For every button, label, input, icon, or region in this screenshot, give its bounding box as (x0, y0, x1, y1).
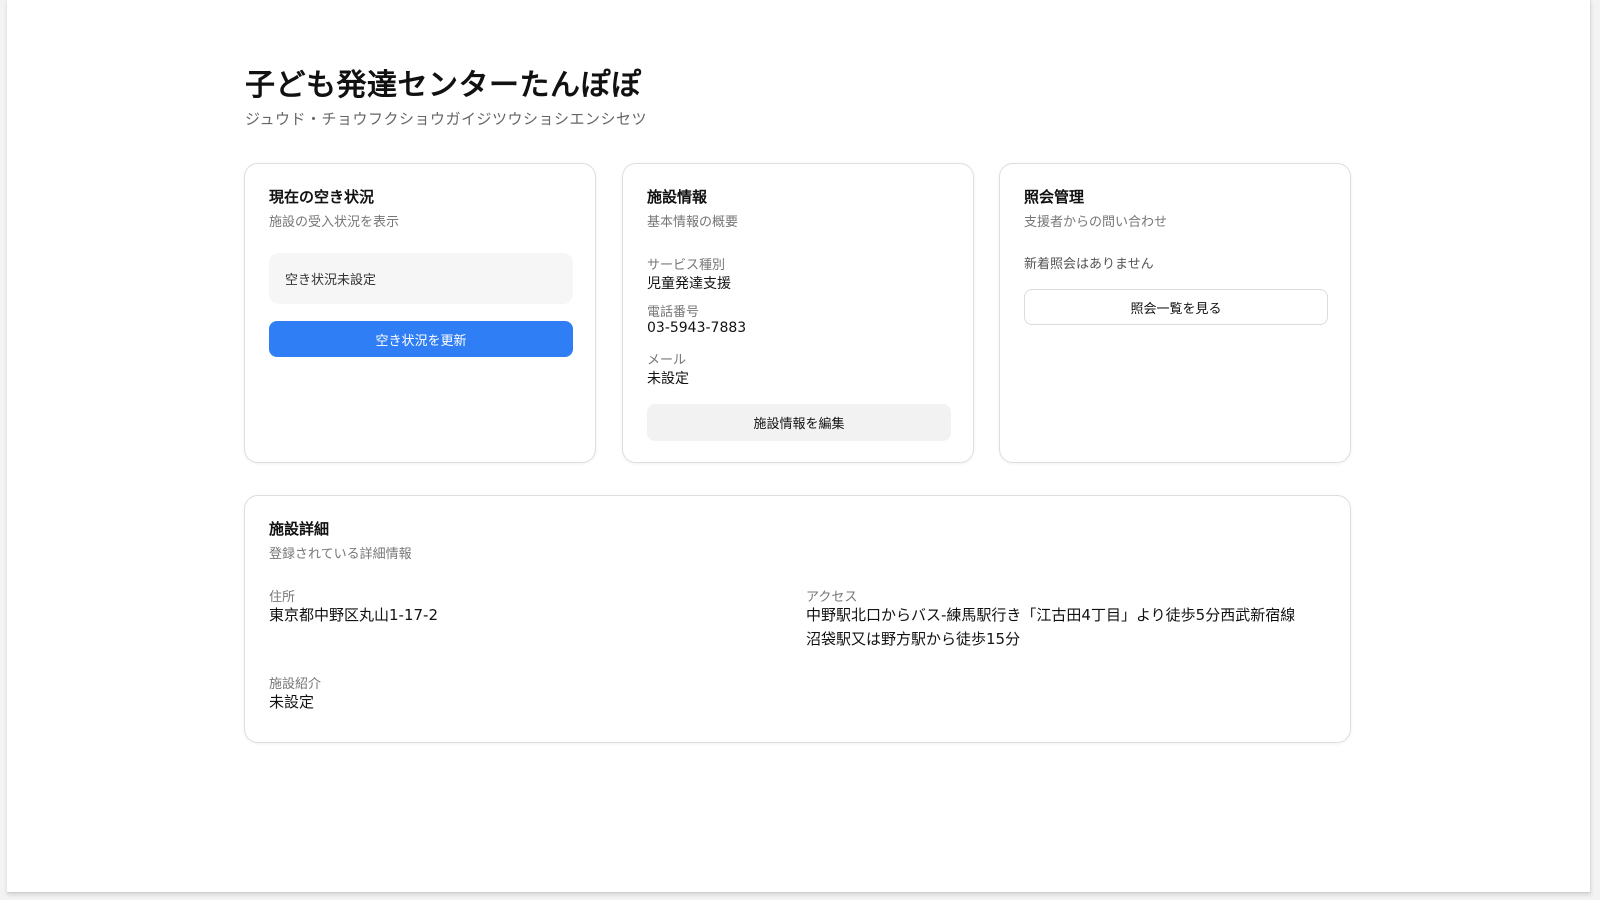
edit-facility-info-button[interactable]: 施設情報を編集 (647, 404, 951, 441)
inquiries-card-title: 照会管理 (1024, 188, 1085, 206)
phone-label: 電話番号 (647, 305, 700, 320)
inquiries-card-description: 支援者からの問い合わせ (1024, 215, 1168, 230)
email-value: 未設定 (647, 371, 689, 387)
update-availability-button[interactable]: 空き状況を更新 (269, 321, 573, 357)
availability-card: 現在の空き状況 施設の受入状況を表示 空き状況未設定 空き状況を更新 (244, 163, 596, 463)
availability-card-title: 現在の空き状況 (269, 188, 375, 206)
facility-details-card-title: 施設詳細 (269, 520, 330, 538)
facility-info-card: 施設情報 基本情報の概要 サービス種別 児童発達支援 電話番号 03-5943-… (622, 163, 974, 463)
page-subtitle: ジュウド・チョウフクショウガイジツウショシエンシセツ (245, 110, 647, 128)
access-value-line1: 中野駅北口からバス-練馬駅行き「江古田4丁目」より徒歩5分西武新宿線 (806, 606, 1296, 624)
availability-status: 空き状況未設定 (269, 253, 573, 304)
access-value-line2: 沼袋駅又は野方駅から徒歩15分 (806, 630, 1021, 648)
availability-card-description: 施設の受入状況を表示 (269, 215, 400, 230)
service-type-label: サービス種別 (647, 258, 726, 273)
page-title: 子ども発達センターたんぽぽ (245, 68, 642, 103)
view-inquiries-button[interactable]: 照会一覧を見る (1024, 289, 1328, 325)
facility-details-card-description: 登録されている詳細情報 (269, 547, 412, 562)
facility-info-card-description: 基本情報の概要 (647, 215, 739, 230)
no-inquiries-message: 新着照会はありません (1024, 257, 1154, 272)
facility-details-card: 施設詳細 登録されている詳細情報 住所 東京都中野区丸山1-17-2 アクセス … (244, 495, 1351, 743)
phone-value: 03-5943-7883 (647, 320, 747, 336)
email-label: メール (647, 353, 687, 368)
service-type-value: 児童発達支援 (647, 276, 731, 292)
inquiries-card: 照会管理 支援者からの問い合わせ 新着照会はありません 照会一覧を見る (999, 163, 1351, 463)
app-window: 子ども発達センターたんぽぽ ジュウド・チョウフクショウガイジツウショシエンシセツ… (7, 0, 1591, 893)
intro-value: 未設定 (269, 693, 315, 711)
address-value: 東京都中野区丸山1-17-2 (269, 606, 438, 624)
facility-info-card-title: 施設情報 (647, 188, 708, 206)
